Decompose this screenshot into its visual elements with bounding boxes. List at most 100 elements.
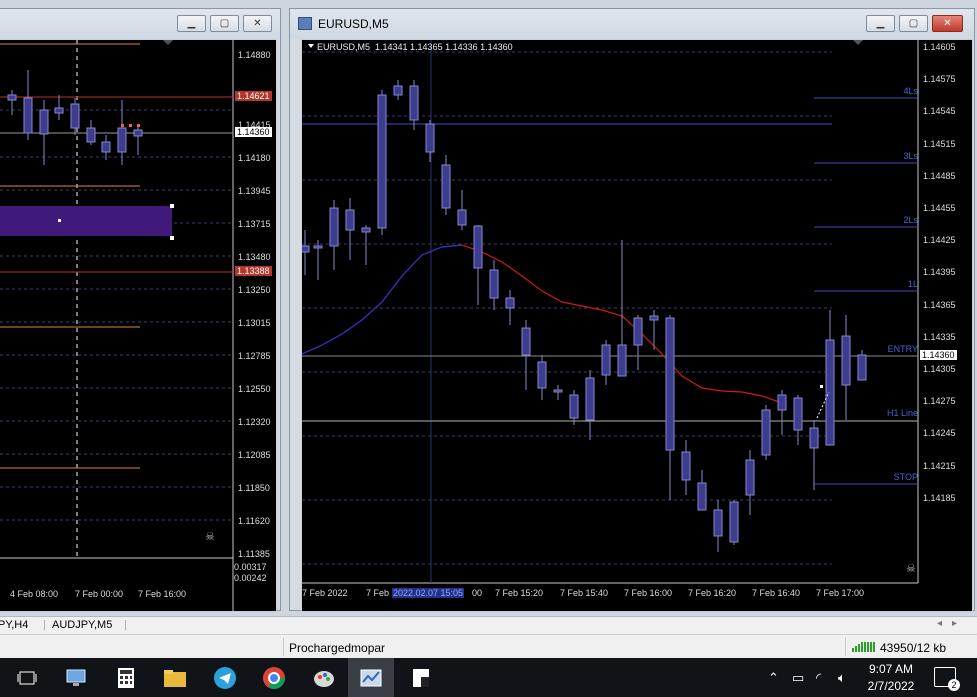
- time-tick: 7 Feb 16:00: [138, 589, 187, 599]
- price-tick: 1.14425: [923, 235, 956, 246]
- profile-name: Prochargedmopar: [289, 641, 386, 655]
- time-tick: 7 Feb 16:40: [752, 588, 801, 598]
- candle-body: [841, 335, 851, 386]
- notepad-icon[interactable]: [408, 665, 434, 691]
- candle-body: [793, 397, 803, 431]
- clock-date: 2/7/2022: [867, 679, 915, 693]
- minimize-button[interactable]: ▁: [177, 15, 206, 32]
- metatrader-icon[interactable]: [358, 665, 384, 691]
- system-clock[interactable]: 9:07 AM 2/7/2022: [864, 661, 918, 695]
- paint-icon[interactable]: [311, 665, 337, 691]
- tab-chart[interactable]: PY,H4: [0, 619, 28, 631]
- minimize-button[interactable]: ▁: [866, 15, 895, 32]
- connection-icon: [852, 642, 875, 652]
- time-tick: 7 Feb 16:00: [624, 588, 673, 598]
- tab-audjpy-m5[interactable]: AUDJPY,M5: [52, 619, 112, 631]
- maximize-icon: ▢: [908, 18, 919, 29]
- ohlc-header: EURUSD,M5 1.14341 1.14365 1.14336 1.1436…: [317, 42, 513, 52]
- window-title: EURUSD,M5: [318, 17, 389, 31]
- price-tick: 1.13250: [238, 285, 271, 295]
- chrome-icon[interactable]: [261, 665, 287, 691]
- close-button[interactable]: ✕: [243, 15, 272, 32]
- time-tick: 7 Feb 00:00: [75, 589, 124, 599]
- candle-body: [537, 361, 547, 389]
- tab-scroll-arrows[interactable]: ◂▸: [937, 618, 967, 629]
- price-tick: 1.14275: [923, 396, 956, 407]
- price-tick: 1.14305: [923, 364, 956, 374]
- candle-body: [617, 344, 627, 377]
- price-tick: 1.14365: [923, 299, 956, 310]
- eurusd-window-titlebar[interactable]: EURUSD,M5 ▁ ▢ ✕: [290, 9, 974, 39]
- price-tick: 1.12085: [238, 450, 271, 460]
- indicator-tick: 0.00242: [234, 573, 267, 583]
- time-tick: 7 Feb 17:00: [816, 588, 865, 598]
- time-tick: 00: [472, 588, 483, 598]
- close-button[interactable]: ✕: [932, 15, 963, 32]
- price-tag: 1.14621: [235, 91, 272, 101]
- eurusd-chart-canvas[interactable]: ☠ EURUSD,M5 1.14341 1.14365 1.14336 1.14…: [300, 39, 973, 612]
- candle-body: [393, 85, 403, 96]
- price-tick: 1.13945: [238, 186, 271, 196]
- candle-body: [489, 269, 499, 299]
- task-view-icon[interactable]: [14, 665, 40, 691]
- level-label: 4Ls: [903, 86, 918, 96]
- candle-body: [729, 501, 739, 543]
- file-explorer-icon[interactable]: [162, 665, 188, 691]
- supply-zone[interactable]: [0, 206, 172, 236]
- calculator-icon[interactable]: [113, 665, 139, 691]
- price-tick: 1.11850: [238, 483, 270, 493]
- time-tick: 7 Feb 15:20: [495, 588, 544, 598]
- time-tick: 7 Feb 2022: [302, 588, 348, 598]
- level-labels: 4Ls 3Ls 2Ls 1L ENTRY H1 Line STOP: [862, 40, 918, 583]
- left-chart-svg: ☠: [0, 40, 234, 611]
- left-window-titlebar[interactable]: ▁ ▢ ✕: [0, 9, 280, 39]
- price-tag: 1.14360: [235, 127, 272, 137]
- candle-body: [441, 164, 451, 209]
- candle-body: [633, 317, 643, 346]
- network-icon[interactable]: ◜: [816, 670, 821, 686]
- chart-window-icon: [298, 17, 312, 30]
- candle-body: [601, 344, 611, 376]
- time-tick: 7 Feb 15:40: [560, 588, 609, 598]
- price-tick: 1.12320: [238, 417, 271, 427]
- crosshair-time-tag: 2022.02.07 15:05: [392, 588, 465, 598]
- price-tick: 1.14485: [923, 170, 956, 181]
- candle-body: [745, 459, 755, 496]
- left-price-axis: 1.14880 1.14415 1.14180 1.13945 1.13715 1.134…: [234, 40, 276, 611]
- volume-icon[interactable]: 🔈︎: [838, 670, 846, 686]
- candle-body: [329, 207, 339, 247]
- price-tick: 1.13480: [238, 252, 271, 262]
- price-tick: 1.14395: [923, 267, 956, 278]
- candle-body: [345, 209, 355, 231]
- maximize-button[interactable]: ▢: [899, 15, 928, 32]
- candle-body: [569, 394, 579, 419]
- candle-body: [505, 297, 515, 309]
- notification-center-icon[interactable]: 2: [934, 667, 960, 691]
- clock-time: 9:07 AM: [868, 662, 914, 676]
- candle-body: [809, 427, 819, 449]
- left-chart-window: ▁ ▢ ✕ ☠ 1.14880 1.14415 1.14180 1.13945 …: [0, 8, 281, 612]
- eurusd-time-axis: 7 Feb 2022 7 Feb 2022.02.07 15:05 00 7 Feb 1…: [302, 588, 918, 606]
- candle-body: [681, 451, 691, 481]
- maximize-button[interactable]: ▢: [210, 15, 239, 32]
- level-label: 3Ls: [903, 151, 918, 161]
- eurusd-price-axis: 1.14605 1.14575 1.14545 1.14515 1.14485 1.144…: [920, 40, 973, 611]
- time-tick: 7 Feb: [366, 588, 390, 598]
- maximize-icon: ▢: [219, 18, 230, 29]
- candle-body: [409, 85, 419, 121]
- level-label: STOP: [893, 472, 918, 482]
- current-price-tag: 1.14360: [920, 350, 957, 360]
- time-tick: 7 Feb 16:20: [688, 588, 737, 598]
- level-label: 2Ls: [903, 215, 918, 225]
- left-chart-canvas[interactable]: ☠ 1.14880 1.14415 1.14180 1.13945 1.13715 1.1…: [0, 39, 277, 612]
- indicator-tick: 0.00317: [234, 562, 267, 572]
- show-hidden-icons[interactable]: ⌃: [768, 670, 779, 686]
- close-icon: ✕: [943, 18, 952, 29]
- candle-body: [761, 409, 771, 456]
- computer-icon[interactable]: [63, 665, 89, 691]
- close-icon: ✕: [253, 18, 262, 29]
- candle-body: [553, 389, 563, 393]
- telegram-icon[interactable]: [212, 665, 238, 691]
- battery-icon[interactable]: ▭: [792, 670, 804, 686]
- candle-body: [713, 509, 723, 537]
